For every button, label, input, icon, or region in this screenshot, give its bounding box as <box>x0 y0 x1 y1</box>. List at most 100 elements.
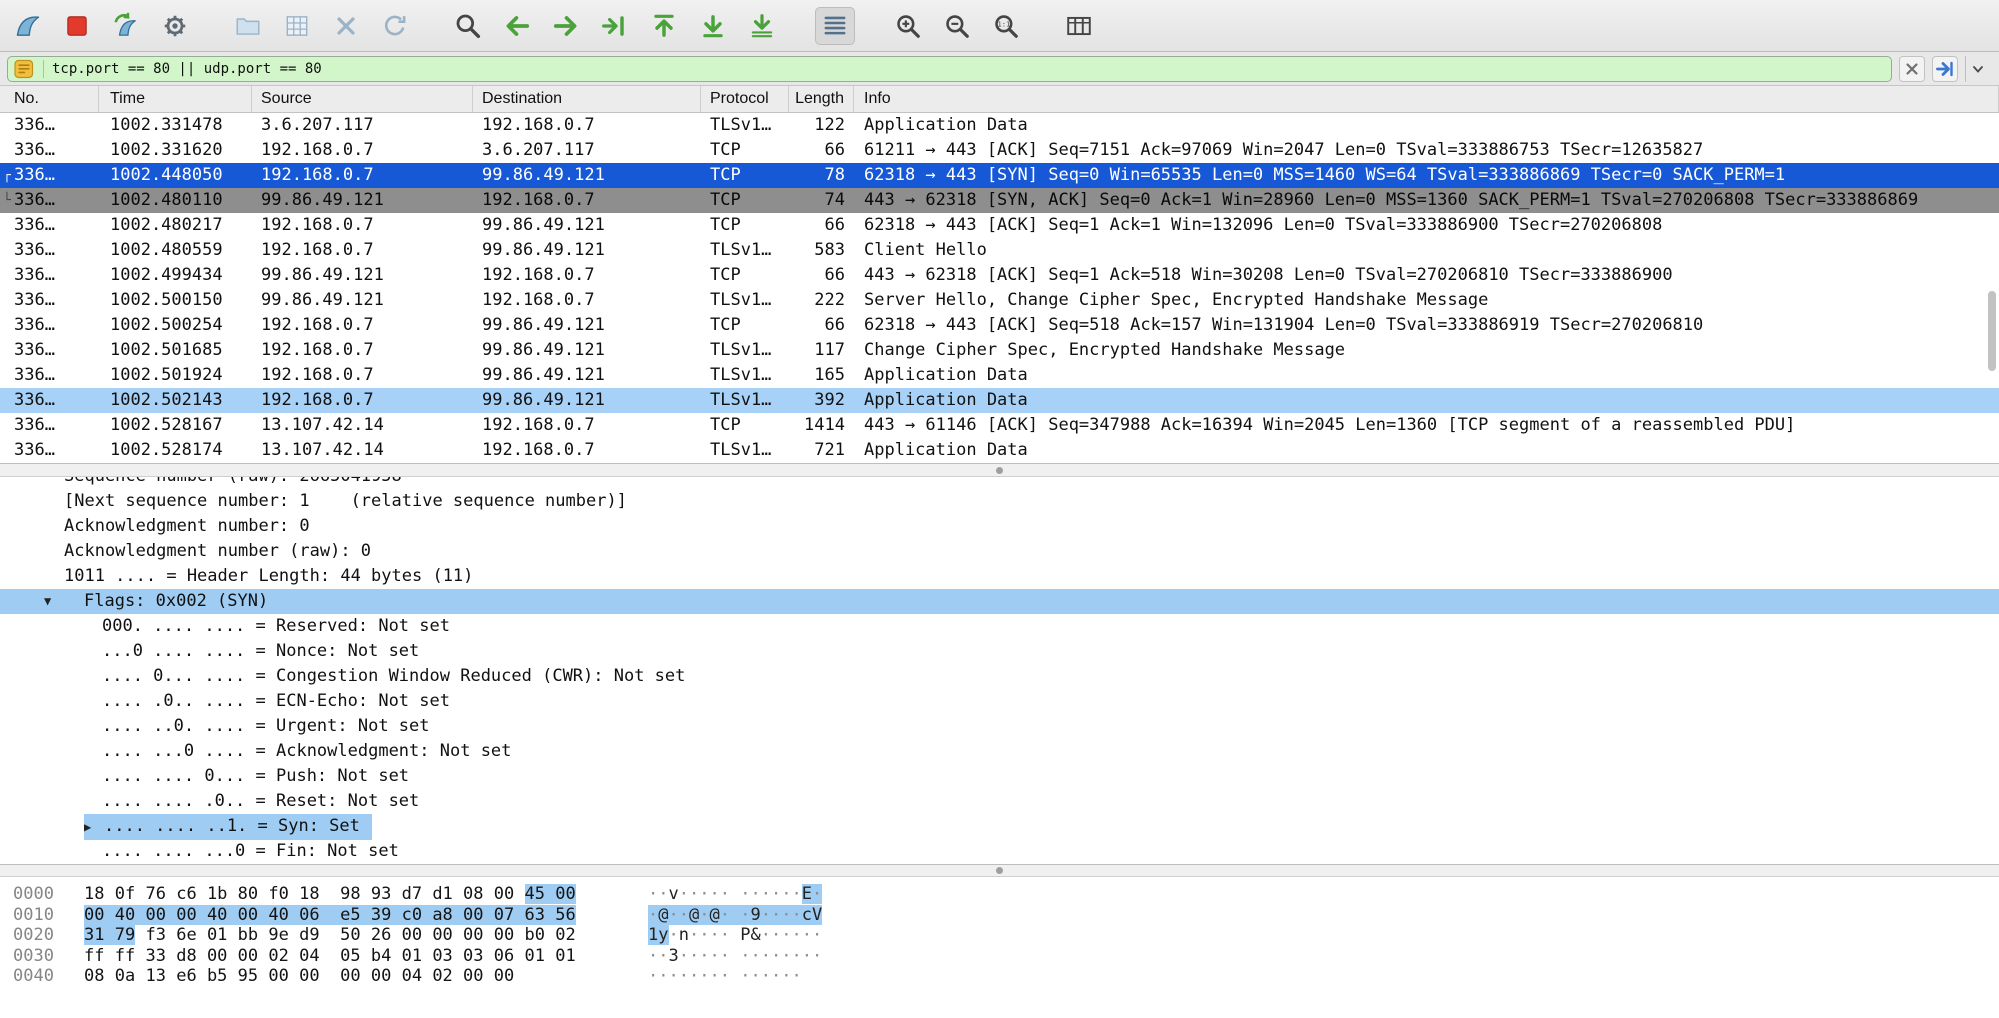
start-capture-button[interactable] <box>8 7 48 45</box>
detail-row[interactable]: .... .... ...0 = Fin: Not set <box>0 839 1999 864</box>
packet-row[interactable]: 336…1002.49943499.86.49.121192.168.0.7TC… <box>0 263 1999 288</box>
detail-row[interactable]: .... ..0. .... = Urgent: Not set <box>0 714 1999 739</box>
packet-row[interactable]: 336…1002.501924192.168.0.799.86.49.121TL… <box>0 363 1999 388</box>
filter-text[interactable]: tcp.port == 80 || udp.port == 80 <box>52 56 1881 82</box>
protocol-cell: TLSv1… <box>701 338 789 363</box>
destination-cell: 99.86.49.121 <box>473 163 701 188</box>
zoom-reset-button[interactable]: 1:1 <box>986 7 1026 45</box>
detail-row[interactable]: ▼ Flags: 0x002 (SYN) <box>0 589 1999 614</box>
zoom-in-icon <box>894 12 922 40</box>
go-first-packet-button[interactable] <box>644 7 684 45</box>
hex-bytes: 08 0a 13 e6 b5 95 00 00 00 00 04 02 00 0… <box>84 966 589 987</box>
packet-row[interactable]: 336…1002.480559192.168.0.799.86.49.121TL… <box>0 238 1999 263</box>
search-icon <box>454 12 482 40</box>
no-cell: 336… <box>0 238 99 263</box>
detail-row[interactable]: ...0 .... .... = Nonce: Not set <box>0 639 1999 664</box>
protocol-cell: TCP <box>701 188 789 213</box>
no-cell: 336… <box>0 263 99 288</box>
column-header-no[interactable]: No. <box>0 86 99 112</box>
protocol-cell: TLSv1… <box>701 438 789 463</box>
find-packet-button[interactable] <box>448 7 488 45</box>
packet-row[interactable]: 336…1002.50015099.86.49.121192.168.0.7TL… <box>0 288 1999 313</box>
go-forward-button[interactable] <box>546 7 586 45</box>
hex-row[interactable]: 001000 40 00 00 40 00 40 06 e5 39 c0 a8 … <box>0 905 1999 926</box>
packet-row[interactable]: 336…1002.331620192.168.0.73.6.207.117TCP… <box>0 138 1999 163</box>
detail-row[interactable]: .... .... 0... = Push: Not set <box>0 764 1999 789</box>
detail-text: 000. .... .... = Reserved: Not set <box>102 616 450 636</box>
protocol-cell: TLSv1… <box>701 113 789 138</box>
expand-arrow-icon[interactable]: ▶ <box>84 815 104 840</box>
detail-row[interactable]: .... 0... .... = Congestion Window Reduc… <box>0 664 1999 689</box>
filter-bookmark-icon[interactable] <box>13 58 35 80</box>
source-cell: 192.168.0.7 <box>252 138 473 163</box>
source-cell: 13.107.42.14 <box>252 438 473 463</box>
time-cell: 1002.501685 <box>99 338 252 363</box>
packet-row[interactable]: 336…1002.52817413.107.42.14192.168.0.7TL… <box>0 438 1999 463</box>
packet-row[interactable]: 336…1002.52816713.107.42.14192.168.0.7TC… <box>0 413 1999 438</box>
shark-fin-icon <box>14 12 42 40</box>
column-header-time[interactable]: Time <box>99 86 252 112</box>
destination-cell: 99.86.49.121 <box>473 338 701 363</box>
detail-row[interactable]: Acknowledgment number: 0 <box>0 514 1999 539</box>
packet-row[interactable]: 336…1002.448050192.168.0.799.86.49.121TC… <box>0 163 1999 188</box>
column-header-source[interactable]: Source <box>252 86 473 112</box>
info-cell: 443 → 62318 [SYN, ACK] Seq=0 Ack=1 Win=2… <box>854 188 1999 213</box>
packet-row[interactable]: 336…1002.501685192.168.0.799.86.49.121TL… <box>0 338 1999 363</box>
column-header-info[interactable]: Info <box>854 86 1999 112</box>
packet-row[interactable]: 336…1002.3314783.6.207.117192.168.0.7TLS… <box>0 113 1999 138</box>
packet-row[interactable]: 336…1002.48011099.86.49.121192.168.0.7TC… <box>0 188 1999 213</box>
source-cell: 99.86.49.121 <box>252 188 473 213</box>
display-filter-input[interactable]: tcp.port == 80 || udp.port == 80 <box>7 56 1892 82</box>
packet-row[interactable]: 336…1002.500254192.168.0.799.86.49.121TC… <box>0 313 1999 338</box>
detail-row[interactable]: .... .... .0.. = Reset: Not set <box>0 789 1999 814</box>
no-cell: 336… <box>0 338 99 363</box>
zoom-in-button[interactable] <box>888 7 928 45</box>
detail-row[interactable]: [Next sequence number: 1 (relative seque… <box>0 489 1999 514</box>
stop-capture-button[interactable] <box>57 7 97 45</box>
packet-row[interactable]: 336…1002.480217192.168.0.799.86.49.121TC… <box>0 213 1999 238</box>
column-header-length[interactable]: Length <box>789 86 854 112</box>
filter-dropdown-button[interactable] <box>1965 56 1989 82</box>
column-header-protocol[interactable]: Protocol <box>701 86 789 112</box>
detail-row[interactable]: ▶.... .... ..1. = Syn: Set <box>0 814 1999 839</box>
resize-columns-icon <box>1065 12 1093 40</box>
detail-row[interactable]: .... ...0 .... = Acknowledgment: Not set <box>0 739 1999 764</box>
detail-row[interactable]: 1011 .... = Header Length: 44 bytes (11) <box>0 564 1999 589</box>
detail-row[interactable]: .... .0.. .... = ECN-Echo: Not set <box>0 689 1999 714</box>
detail-row[interactable]: Acknowledgment number (raw): 0 <box>0 539 1999 564</box>
hex-row[interactable]: 0030ff ff 33 d8 00 00 02 04 05 b4 01 03 … <box>0 946 1999 967</box>
detail-row[interactable]: Sequence number (raw): 2665041958 <box>0 477 1999 489</box>
restart-capture-button[interactable] <box>106 7 146 45</box>
go-back-button[interactable] <box>497 7 537 45</box>
collapse-arrow-icon[interactable]: ▼ <box>44 589 51 614</box>
clear-filter-button[interactable] <box>1899 56 1925 82</box>
capture-options-button[interactable] <box>155 7 195 45</box>
hex-row[interactable]: 000018 0f 76 c6 1b 80 f0 18 98 93 d7 d1 … <box>0 884 1999 905</box>
arrow-top-icon <box>650 12 678 40</box>
svg-text:1:1: 1:1 <box>998 20 1011 28</box>
info-cell: Client Hello <box>854 238 1999 263</box>
no-cell: 336… <box>0 363 99 388</box>
packet-list-scrollbar[interactable] <box>1988 291 1996 371</box>
zoom-out-button[interactable] <box>937 7 977 45</box>
go-last-packet-button[interactable] <box>693 7 733 45</box>
packet-row[interactable]: 336…1002.502143192.168.0.799.86.49.121TL… <box>0 388 1999 413</box>
hex-row[interactable]: 002031 79 f3 6e 01 bb 9e d9 50 26 00 00 … <box>0 925 1999 946</box>
pane-splitter-bottom[interactable] <box>0 864 1999 877</box>
info-cell: Application Data <box>854 363 1999 388</box>
go-to-packet-button[interactable] <box>595 7 635 45</box>
pane-splitter-top[interactable] <box>0 463 1999 477</box>
time-cell: 1002.502143 <box>99 388 252 413</box>
column-header-destination[interactable]: Destination <box>473 86 701 112</box>
colorize-button[interactable] <box>815 7 855 45</box>
resize-columns-button[interactable] <box>1059 7 1099 45</box>
reload-file-button <box>375 7 415 45</box>
time-cell: 1002.500150 <box>99 288 252 313</box>
hex-row[interactable]: 004008 0a 13 e6 b5 95 00 00 00 00 04 02 … <box>0 966 1999 987</box>
detail-row[interactable]: 000. .... .... = Reserved: Not set <box>0 614 1999 639</box>
auto-scroll-button[interactable] <box>742 7 782 45</box>
apply-filter-button[interactable] <box>1932 56 1958 82</box>
destination-cell: 3.6.207.117 <box>473 138 701 163</box>
close-file-button <box>326 7 366 45</box>
detail-text: Flags: 0x002 (SYN) <box>84 591 268 611</box>
